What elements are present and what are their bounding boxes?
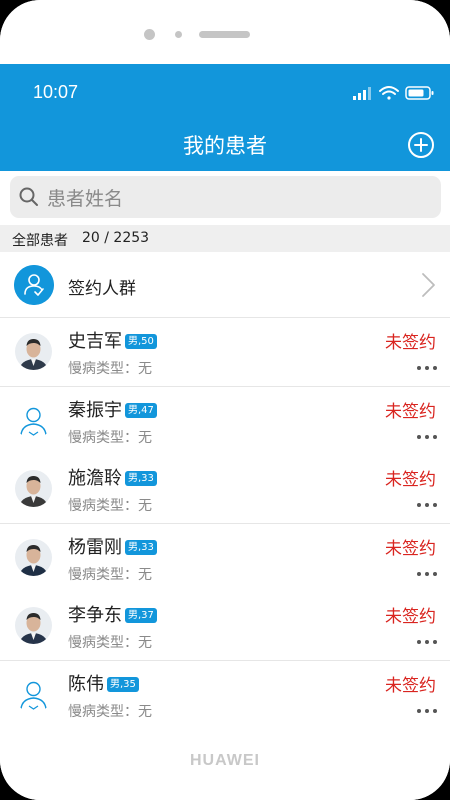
patient-photo — [15, 470, 52, 507]
patient-name: 杨雷刚 男,33 — [68, 533, 157, 559]
sign-status: 未签约 — [385, 401, 436, 422]
add-patient-button[interactable] — [407, 131, 435, 159]
patient-row[interactable]: 施澹聆 男,33 慢病类型：无 未签约 — [0, 455, 450, 524]
gender-age-badge: 男,33 — [125, 539, 157, 555]
patient-row[interactable]: 秦振宇 男,47 慢病类型：无 未签约 — [0, 386, 450, 456]
user-placeholder-icon — [15, 676, 52, 713]
front-camera — [144, 29, 155, 40]
gender-age-badge: 男,47 — [125, 402, 157, 418]
patient-name-text: 秦振宇 — [68, 399, 122, 421]
patient-name: 施澹聆 男,33 — [68, 464, 157, 490]
wifi-icon — [379, 86, 399, 100]
gender-age-badge: 男,35 — [107, 676, 139, 692]
front-sensor — [175, 31, 182, 38]
patient-name-text: 施澹聆 — [68, 468, 122, 489]
gender-age-badge: 男,33 — [125, 471, 157, 486]
more-options-icon[interactable] — [417, 571, 437, 578]
patient-name: 史吉军 男,50 — [68, 327, 157, 353]
sign-status: 未签约 — [385, 470, 436, 490]
patient-name: 陈伟 男,35 — [68, 670, 139, 696]
more-options-icon[interactable] — [417, 640, 437, 646]
phone-frame: 10:07 我的患者 患者姓名 全部患者 20 / 2253 签约人群 史吉军 … — [0, 0, 450, 800]
patient-row[interactable]: 史吉军 男,50 慢病类型：无 未签约 — [0, 318, 450, 387]
patient-photo — [15, 607, 52, 644]
sign-status: 未签约 — [385, 333, 436, 353]
all-patients-label: 全部患者 — [12, 233, 68, 249]
patient-row[interactable]: 杨雷刚 男,33 慢病类型：无 未签约 — [0, 523, 450, 593]
signed-group-label: 签约人群 — [68, 279, 136, 299]
patient-photo — [15, 538, 52, 576]
search-icon — [19, 187, 38, 206]
user-placeholder-icon — [15, 402, 52, 439]
patient-count: 20 / 2253 — [82, 230, 150, 246]
gender-age-badge: 男,37 — [125, 608, 157, 623]
patient-photo — [15, 333, 52, 370]
device-brand-logo: HUAWEI — [190, 752, 260, 769]
chronic-type: 慢病类型：无 — [68, 498, 152, 514]
patient-name: 李争东 男,37 — [68, 601, 157, 627]
earpiece-speaker — [199, 31, 250, 38]
sign-status: 未签约 — [385, 675, 436, 696]
sign-status: 未签约 — [385, 538, 436, 559]
patient-row[interactable]: 陈伟 男,35 慢病类型：无 未签约 — [0, 660, 450, 730]
chronic-type: 慢病类型：无 — [68, 703, 152, 720]
more-options-icon[interactable] — [417, 708, 437, 715]
signal-icon — [353, 87, 371, 100]
search-placeholder: 患者姓名 — [47, 188, 124, 210]
patient-name-text: 史吉军 — [68, 331, 122, 352]
status-time: 10:07 — [33, 82, 79, 102]
user-check-icon — [14, 265, 54, 305]
battery-icon — [405, 86, 434, 100]
sign-status: 未签约 — [385, 607, 436, 627]
chronic-type: 慢病类型：无 — [68, 361, 152, 377]
patient-name-text: 陈伟 — [68, 673, 104, 695]
more-options-icon[interactable] — [417, 503, 437, 509]
patient-row[interactable]: 李争东 男,37 慢病类型：无 未签约 — [0, 592, 450, 661]
chronic-type: 慢病类型：无 — [68, 635, 152, 651]
patient-name-text: 李争东 — [68, 605, 122, 626]
page-title: 我的患者 — [183, 134, 267, 158]
more-options-icon[interactable] — [417, 366, 437, 372]
patient-name: 秦振宇 男,47 — [68, 396, 157, 422]
gender-age-badge: 男,50 — [125, 334, 157, 349]
chevron-right-icon — [422, 273, 435, 297]
status-icons — [353, 86, 434, 100]
chronic-type: 慢病类型：无 — [68, 566, 152, 583]
patient-name-text: 杨雷刚 — [68, 536, 122, 558]
more-options-icon[interactable] — [417, 434, 437, 441]
chronic-type: 慢病类型：无 — [68, 429, 152, 446]
